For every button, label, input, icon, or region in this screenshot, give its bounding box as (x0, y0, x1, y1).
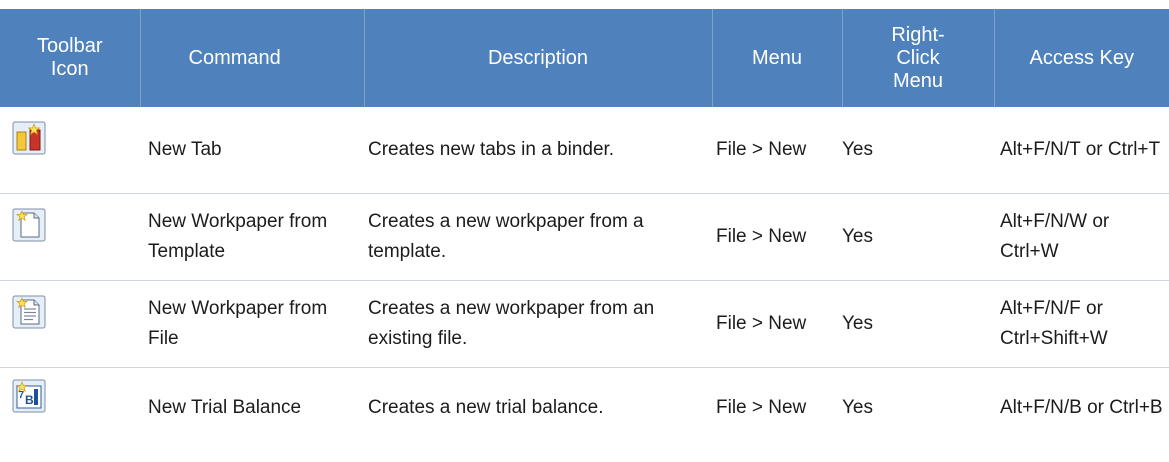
header-row: Toolbar Icon Command Description Menu Ri… (0, 9, 1169, 107)
commands-table: Toolbar Icon Command Description Menu Ri… (0, 9, 1169, 448)
new-workpaper-from-template-icon (12, 208, 46, 242)
svg-text:7: 7 (19, 390, 25, 401)
header-command: Command (140, 9, 365, 107)
command-cell: New Workpaper from Template (140, 193, 364, 281)
icon-cell: 7 B (0, 368, 140, 449)
description-cell: Creates a new trial balance. (368, 397, 604, 418)
command-cell: New Tab (140, 107, 364, 194)
right-click-cell: Yes (842, 280, 994, 368)
table-row: New Workpaper from Template Creates a ne… (0, 193, 1169, 281)
svg-text:B: B (25, 393, 34, 407)
command-cell: New Trial Balance (148, 397, 302, 418)
header-menu: Menu (712, 9, 843, 107)
access-key-cell: Alt+F/N/T or Ctrl+T (994, 107, 1169, 194)
description-cell: Creates a new workpaper from an existing… (364, 280, 712, 368)
menu-cell: File > New (712, 193, 842, 281)
command-cell: New Workpaper from File (140, 280, 364, 368)
command-reference: Toolbar Icon Command Description Menu Ri… (0, 0, 1169, 462)
right-click-cell: Yes (842, 193, 994, 281)
table-row: 7 B New Trial Balance Creates a new tria… (0, 368, 1169, 449)
access-key-cell: Alt+F/N/B or Ctrl+B (1000, 397, 1163, 418)
icon-cell (0, 107, 140, 194)
right-click-cell: Yes (842, 397, 873, 418)
description-cell: Creates a new workpaper from a template. (364, 193, 712, 281)
right-click-cell: Yes (842, 107, 994, 194)
access-key-cell: Alt+F/N/W or Ctrl+W (994, 193, 1169, 281)
new-workpaper-from-file-icon (12, 295, 46, 329)
menu-cell: File > New (716, 397, 807, 418)
menu-cell: File > New (712, 280, 842, 368)
menu-cell: File > New (712, 107, 842, 194)
new-tab-icon (12, 121, 46, 155)
header-access-key: Access Key (994, 9, 1169, 107)
access-key-cell: Alt+F/N/F or Ctrl+Shift+W (994, 280, 1169, 368)
table-row: New Workpaper from File Creates a new wo… (0, 280, 1169, 368)
header-right-click-menu: Right-Click Menu (842, 9, 995, 107)
new-trial-balance-icon: 7 B (12, 379, 46, 413)
header-toolbar-icon: Toolbar Icon (0, 9, 141, 107)
icon-cell (0, 193, 140, 281)
table-row: New Tab Creates new tabs in a binder. Fi… (0, 107, 1169, 194)
description-cell: Creates new tabs in a binder. (364, 107, 712, 194)
header-description: Description (364, 9, 713, 107)
icon-cell (0, 280, 140, 368)
